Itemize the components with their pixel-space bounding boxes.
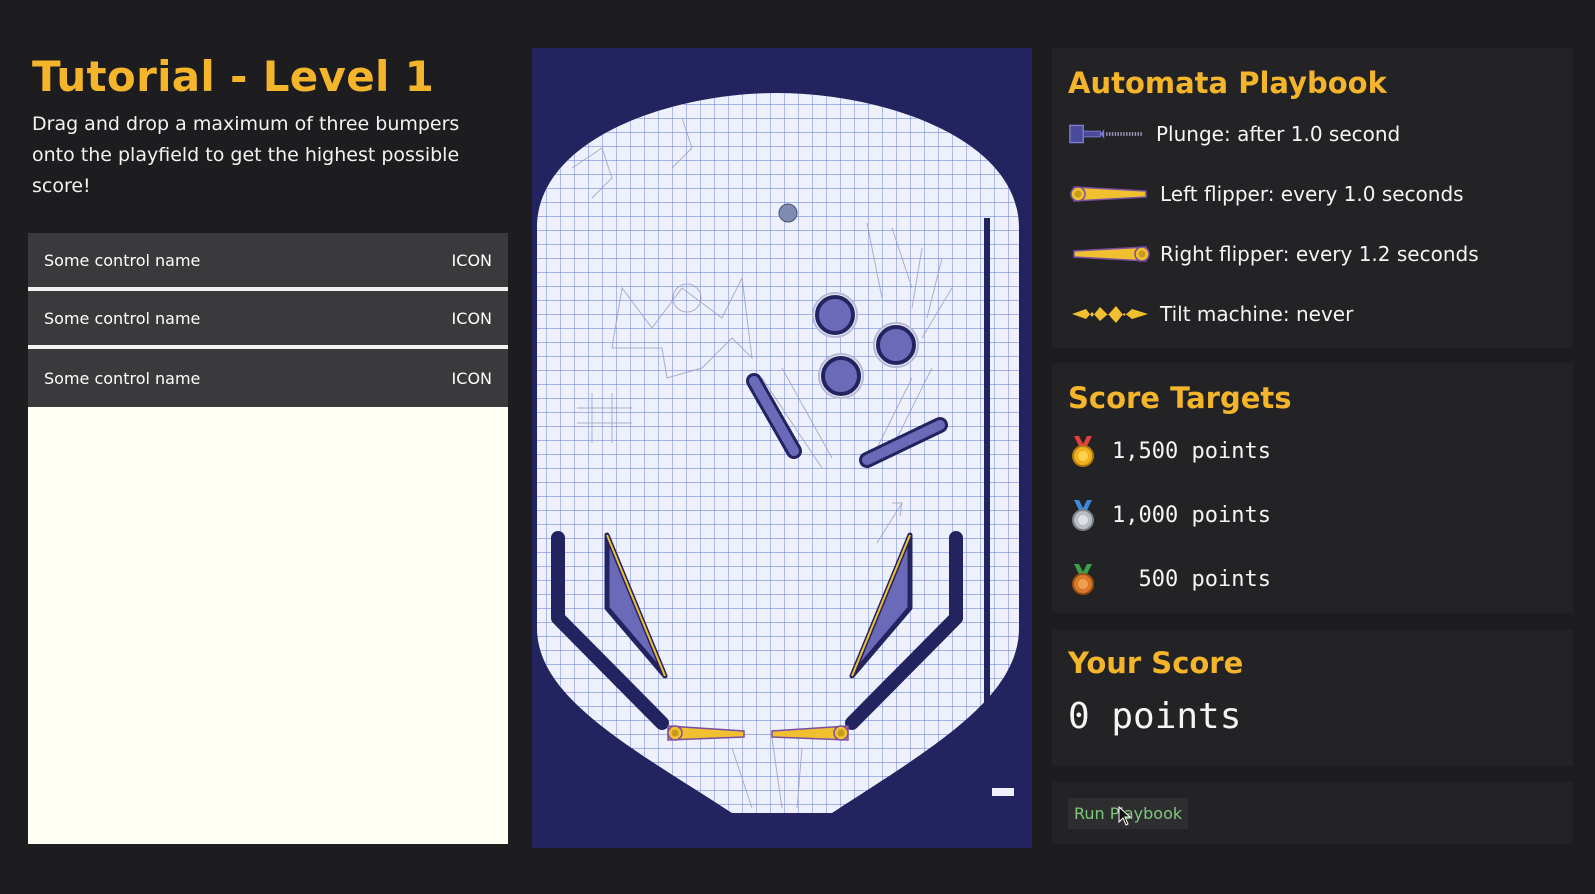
score-target-points: 1,500 points bbox=[1112, 438, 1271, 464]
score-targets-title: Score Targets bbox=[1068, 381, 1292, 415]
playbook-item-label: Plunge: after 1.0 second bbox=[1156, 122, 1401, 146]
playbook-item: Tilt machine: never bbox=[1068, 284, 1557, 344]
control-name: Some control name bbox=[44, 368, 201, 388]
control-icon: ICON bbox=[451, 250, 492, 270]
tilt-icon bbox=[1072, 306, 1148, 323]
level-description: Drag and drop a maximum of three bumpers… bbox=[32, 113, 460, 197]
playfield-canvas[interactable] bbox=[532, 48, 1032, 848]
pinball-playfield[interactable] bbox=[532, 48, 1032, 848]
score-target: 500 points bbox=[1068, 547, 1557, 611]
right-flipper-icon bbox=[1073, 246, 1150, 262]
score-target-points: 1,000 points bbox=[1112, 502, 1271, 528]
table-surface bbox=[537, 93, 1019, 813]
plunger-lane-floor bbox=[992, 788, 1014, 796]
bumper[interactable] bbox=[812, 292, 858, 338]
bumper[interactable] bbox=[873, 322, 919, 368]
plunger-icon bbox=[1069, 124, 1143, 144]
control-item[interactable]: Some control name ICON bbox=[28, 349, 508, 407]
left-flipper-icon bbox=[1070, 186, 1147, 202]
control-icon: ICON bbox=[451, 308, 492, 328]
playbook-title: Automata Playbook bbox=[1068, 66, 1387, 100]
playbook-item-label: Tilt machine: never bbox=[1160, 302, 1354, 326]
control-icon: ICON bbox=[451, 368, 492, 388]
pinball-ball bbox=[778, 203, 798, 223]
playbook-item: Left flipper: every 1.0 seconds bbox=[1068, 164, 1557, 224]
silver-medal-icon bbox=[1072, 500, 1094, 531]
your-score-title: Your Score bbox=[1068, 646, 1244, 680]
mouse-cursor-icon bbox=[1118, 806, 1132, 826]
playbook-panel: Automata Playbook Plunge: after 1.0 seco… bbox=[1052, 48, 1573, 348]
playbook-item: Plunge: after 1.0 second bbox=[1068, 104, 1557, 164]
control-name: Some control name bbox=[44, 308, 201, 328]
controls-list: Some control name ICON Some control name… bbox=[28, 233, 508, 844]
playbook-item: Right flipper: every 1.2 seconds bbox=[1068, 224, 1557, 284]
playbook-item-label: Right flipper: every 1.2 seconds bbox=[1160, 242, 1479, 266]
score-targets-panel: Score Targets 1,500 points 1,000 points bbox=[1052, 363, 1573, 613]
bumper[interactable] bbox=[818, 353, 864, 399]
control-item[interactable]: Some control name ICON bbox=[28, 233, 508, 291]
score-target-points: 500 points bbox=[1112, 566, 1271, 592]
gold-medal-icon bbox=[1072, 436, 1094, 467]
playbook-item-label: Left flipper: every 1.0 seconds bbox=[1160, 182, 1464, 206]
bronze-medal-icon bbox=[1072, 564, 1094, 595]
control-name: Some control name bbox=[44, 250, 201, 270]
score-target: 1,500 points bbox=[1068, 419, 1557, 483]
score-target: 1,000 points bbox=[1068, 483, 1557, 547]
level-header: Tutorial - Level 1 Drag and drop a maxim… bbox=[28, 48, 508, 202]
control-item[interactable]: Some control name ICON bbox=[28, 291, 508, 349]
score-value: 0 points bbox=[1068, 696, 1242, 737]
level-title: Tutorial - Level 1 bbox=[32, 52, 435, 101]
your-score-panel: Your Score 0 points bbox=[1052, 630, 1573, 766]
plunger-lane-wall bbox=[984, 218, 990, 788]
